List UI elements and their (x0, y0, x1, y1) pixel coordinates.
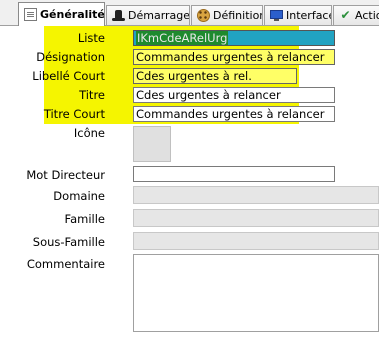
domaine-label: Domaine (53, 189, 105, 203)
tab-demarrage[interactable]: Démarrage (106, 5, 190, 25)
famille-label: Famille (64, 212, 105, 226)
titre-court-label: Titre Court (43, 107, 105, 121)
liste-label: Liste (77, 31, 105, 45)
tab-strip: Généralités Démarrage Définition Interfa… (0, 0, 379, 26)
tab-label: Actio (355, 9, 379, 22)
document-icon (24, 8, 37, 21)
hat-icon (112, 9, 125, 22)
tab-actions[interactable]: ✔ Actio (333, 5, 379, 25)
titre-label: Titre (79, 88, 105, 102)
icone-picker[interactable] (133, 126, 171, 162)
tab-interface[interactable]: Interface (264, 5, 332, 25)
liste-value: IKmCdeARelUrg (136, 31, 229, 45)
titre-field[interactable]: Cdes urgentes à relancer (133, 87, 335, 103)
sous-famille-label: Sous-Famille (32, 235, 105, 249)
commentaire-textarea[interactable] (133, 254, 379, 332)
titre-court-field[interactable]: Commandes urgentes à relancer (133, 106, 335, 122)
tab-definition[interactable]: Définition (191, 5, 263, 25)
tab-label: Généralités (40, 8, 105, 21)
liste-field[interactable]: IKmCdeARelUrg (133, 30, 335, 46)
mot-directeur-label: Mot Directeur (26, 168, 105, 182)
monitor-icon (270, 9, 283, 22)
tab-label: Interface (286, 9, 332, 22)
famille-field (133, 209, 379, 227)
sous-famille-field (133, 232, 379, 250)
tab-generalites[interactable]: Généralités (18, 2, 105, 26)
icone-label: Icône (73, 126, 105, 140)
designation-field[interactable]: Commandes urgentes à relancer (133, 49, 335, 65)
libelle-court-field[interactable]: Cdes urgentes à rel. (133, 68, 297, 84)
mot-directeur-field[interactable] (133, 166, 335, 182)
tab-label: Définition (213, 9, 263, 22)
domaine-field (133, 186, 379, 204)
cookie-icon (197, 9, 210, 22)
designation-label: Désignation (36, 50, 105, 64)
commentaire-label: Commentaire (26, 257, 105, 271)
check-icon: ✔ (340, 8, 351, 22)
libelle-court-label: Libellé Court (32, 69, 105, 83)
tab-label: Démarrage (128, 9, 190, 22)
